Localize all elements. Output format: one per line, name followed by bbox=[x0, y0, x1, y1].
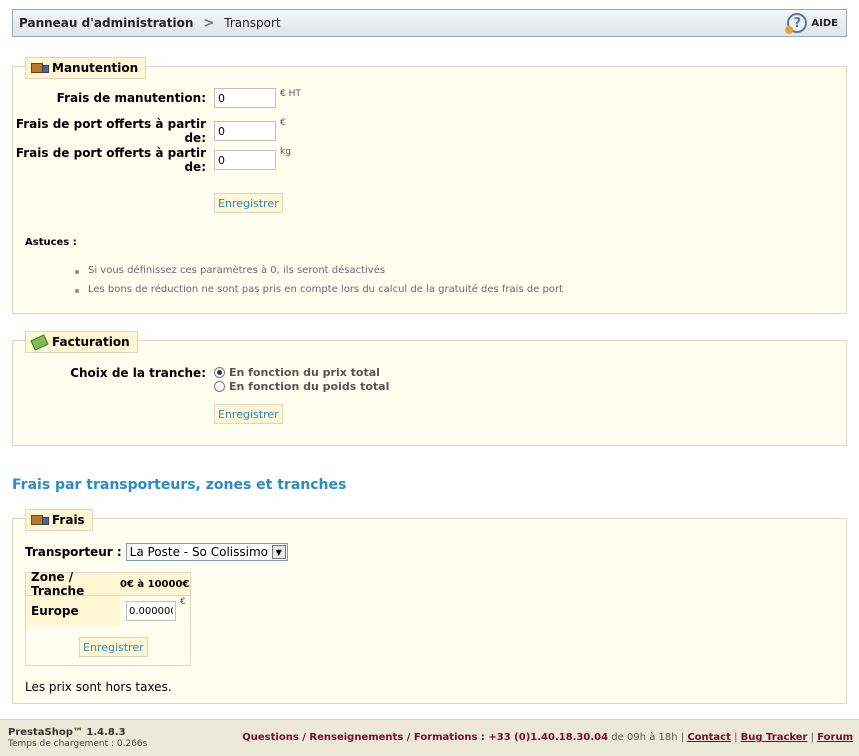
radio-weight[interactable] bbox=[214, 380, 225, 392]
handling-fee-label: Frais de manutention: bbox=[56, 91, 206, 105]
handling-save-button[interactable]: Enregistrer bbox=[214, 193, 283, 213]
free-shipping-price-label: Frais de port offerts à partir de: bbox=[15, 117, 206, 145]
radio-price-label[interactable]: En fonction du prix total bbox=[229, 366, 380, 379]
handling-legend: Manutention bbox=[25, 57, 147, 79]
tips-title: Astuces : bbox=[25, 237, 77, 248]
zone-fee-unit: € bbox=[180, 597, 186, 607]
carrier-select[interactable]: La Poste - So Colissimo ▼ bbox=[125, 543, 288, 561]
chevron-down-icon[interactable]: ▼ bbox=[271, 545, 286, 559]
truck-icon bbox=[31, 62, 49, 74]
footer-link-bug-tracker[interactable]: Bug Tracker bbox=[741, 732, 808, 743]
handling-fee-row: Frais de manutention: € HT bbox=[13, 88, 301, 108]
footer-phone: +33 (0)1.40.18.30.04 bbox=[488, 732, 609, 743]
footer-hours: de 09h à 18h bbox=[608, 732, 678, 743]
carrier-select-value: La Poste - So Colissimo bbox=[129, 545, 268, 559]
breadcrumb-separator: > bbox=[203, 15, 215, 31]
billing-save-button[interactable]: Enregistrer bbox=[214, 404, 283, 424]
radio-price[interactable] bbox=[214, 366, 225, 378]
handling-fee-unit: € HT bbox=[280, 89, 301, 99]
footer-link-forum[interactable]: Forum bbox=[817, 732, 853, 743]
fees-save-button[interactable]: Enregistrer bbox=[79, 637, 148, 657]
radio-option-price[interactable]: En fonction du prix total bbox=[214, 365, 389, 379]
footer-contact: Questions / Renseignements / Formations … bbox=[242, 732, 853, 743]
footer-separator: | bbox=[680, 732, 685, 743]
handling-panel: Manutention Frais de manutention: € HT F… bbox=[12, 57, 847, 314]
footer-contact-text: Questions / Renseignements / Formations … bbox=[242, 732, 489, 743]
footer-load-time: Temps de chargement : 0.266s bbox=[8, 739, 148, 749]
radio-weight-label[interactable]: En fonction du poids total bbox=[229, 380, 389, 393]
range-choice-row: Choix de la tranche: bbox=[13, 366, 206, 380]
breadcrumb: Panneau d'administration > Transport ? A… bbox=[12, 9, 847, 37]
fees-table: Zone / Tranche 0€ à 10000€ Europe € Enre… bbox=[25, 570, 191, 666]
col-zone-header: Zone / Tranche bbox=[31, 570, 85, 598]
free-shipping-weight-row: Frais de port offerts à partir de: kg bbox=[13, 146, 291, 174]
billing-panel: Facturation Choix de la tranche: En fonc… bbox=[12, 331, 847, 446]
range-choice-label: Choix de la tranche: bbox=[70, 366, 206, 380]
radio-option-weight[interactable]: En fonction du poids total bbox=[214, 379, 389, 393]
tip-item: Les bons de réduction ne sont pas pris e… bbox=[73, 284, 563, 303]
billing-legend-label: Facturation bbox=[52, 335, 130, 349]
truck-icon bbox=[31, 514, 49, 526]
money-icon bbox=[31, 336, 47, 348]
help-icon: ? bbox=[785, 13, 808, 34]
free-shipping-weight-label: Frais de port offerts à partir de: bbox=[15, 146, 206, 174]
tip-item: Si vous définissez ces paramètres à 0, i… bbox=[73, 265, 563, 284]
carrier-label: Transporteur : bbox=[25, 545, 122, 559]
free-shipping-price-row: Frais de port offerts à partir de: € bbox=[13, 117, 286, 145]
zone-name: Europe bbox=[26, 596, 120, 626]
footer-separator: | bbox=[810, 732, 815, 743]
tips-list: Si vous définissez ces paramètres à 0, i… bbox=[73, 265, 563, 303]
table-row: Europe € bbox=[26, 596, 190, 626]
carrier-row: Transporteur : La Poste - So Colissimo ▼ bbox=[25, 543, 288, 561]
footer-brand: PrestaShop™ 1.4.8.3 bbox=[8, 727, 126, 738]
range-choice-radios: En fonction du prix total En fonction du… bbox=[214, 365, 389, 393]
zone-fee-input[interactable] bbox=[126, 601, 176, 621]
breadcrumb-current: Transport bbox=[224, 16, 281, 30]
billing-legend: Facturation bbox=[25, 331, 138, 353]
handling-fee-input[interactable] bbox=[214, 88, 276, 108]
footer-link-contact[interactable]: Contact bbox=[687, 732, 731, 743]
help-label: AIDE bbox=[811, 17, 838, 29]
col-range-header: 0€ à 10000€ bbox=[120, 578, 190, 590]
handling-legend-label: Manutention bbox=[52, 61, 139, 75]
free-shipping-price-unit: € bbox=[280, 118, 286, 128]
fees-table-header: Zone / Tranche 0€ à 10000€ bbox=[26, 570, 190, 598]
help-button[interactable]: ? AIDE bbox=[785, 13, 838, 34]
fees-legend: Frais bbox=[25, 509, 93, 531]
fees-legend-label: Frais bbox=[52, 513, 85, 527]
free-shipping-weight-input[interactable] bbox=[214, 150, 276, 170]
free-shipping-price-input[interactable] bbox=[214, 121, 276, 141]
breadcrumb-home[interactable]: Panneau d'administration bbox=[19, 16, 193, 30]
footer: PrestaShop™ 1.4.8.3 Temps de chargement … bbox=[0, 719, 859, 756]
price-note: Les prix sont hors taxes. bbox=[25, 680, 172, 694]
footer-separator: | bbox=[734, 732, 738, 743]
free-shipping-weight-unit: kg bbox=[280, 147, 291, 157]
fees-heading: Frais par transporteurs, zones et tranch… bbox=[12, 477, 347, 493]
fees-panel: Frais Transporteur : La Poste - So Colis… bbox=[12, 509, 847, 704]
